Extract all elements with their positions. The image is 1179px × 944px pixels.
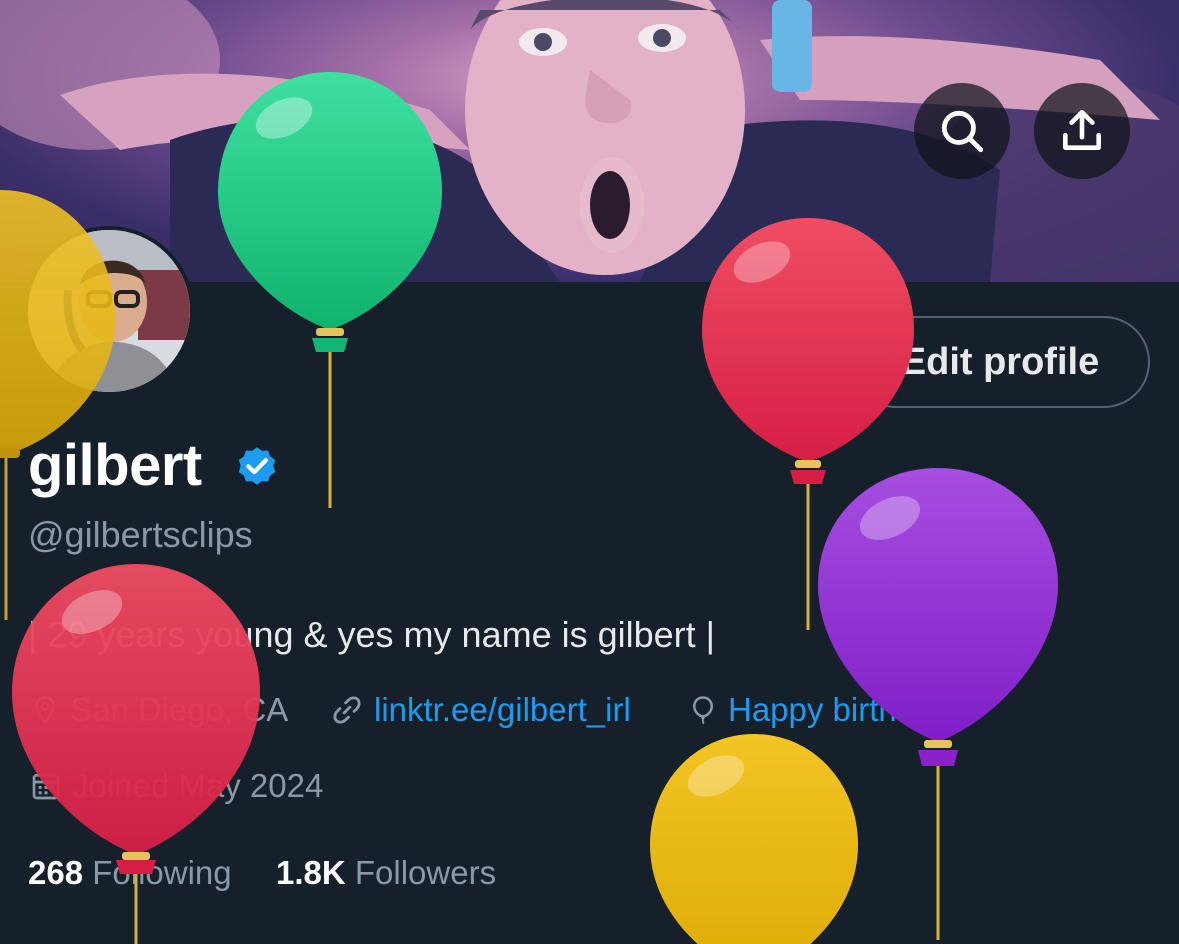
location-pin-icon [34, 696, 56, 725]
handle: @gilbertsclips [28, 514, 253, 555]
balloon-icon [692, 696, 714, 725]
share-icon [1063, 109, 1101, 150]
joined-item: Joined May 2024 [30, 766, 323, 806]
avatar-photo [28, 230, 190, 392]
balloon-yellow-bottom [650, 734, 858, 944]
following-count: 268 [28, 854, 84, 891]
location-item: San Diego, CA [30, 690, 288, 730]
followers-link[interactable]: 1.8K Followers [276, 854, 496, 891]
followers-count: 1.8K [275, 854, 346, 891]
birthday-item: Happy birthday! [688, 690, 959, 730]
following-label: Following [92, 854, 232, 891]
birthday-text[interactable]: Happy birthday! [728, 690, 959, 730]
verified-badge-icon [238, 447, 276, 485]
profile-banner[interactable] [0, 0, 1179, 282]
calendar-icon [32, 774, 60, 800]
followers-label: Followers [354, 854, 497, 891]
website-item[interactable]: linktr.ee/gilbert_irl [330, 690, 631, 730]
edit-profile-button[interactable]: Edit profile [850, 316, 1150, 408]
share-button[interactable] [1034, 83, 1130, 179]
following-link[interactable]: 268 Following [28, 854, 232, 891]
link-icon [333, 696, 361, 724]
search-icon [941, 110, 984, 153]
website-link[interactable]: linktr.ee/gilbert_irl [374, 690, 631, 730]
search-button[interactable] [914, 83, 1010, 179]
display-name: gilbert [28, 433, 202, 498]
bio: | 29 years young & yes my name is gilber… [28, 614, 716, 655]
avatar[interactable] [24, 226, 194, 396]
follow-stats: 268 Following 1.8K Followers [28, 853, 496, 893]
location-text: San Diego, CA [70, 691, 289, 728]
joined-text: Joined May 2024 [72, 767, 324, 804]
